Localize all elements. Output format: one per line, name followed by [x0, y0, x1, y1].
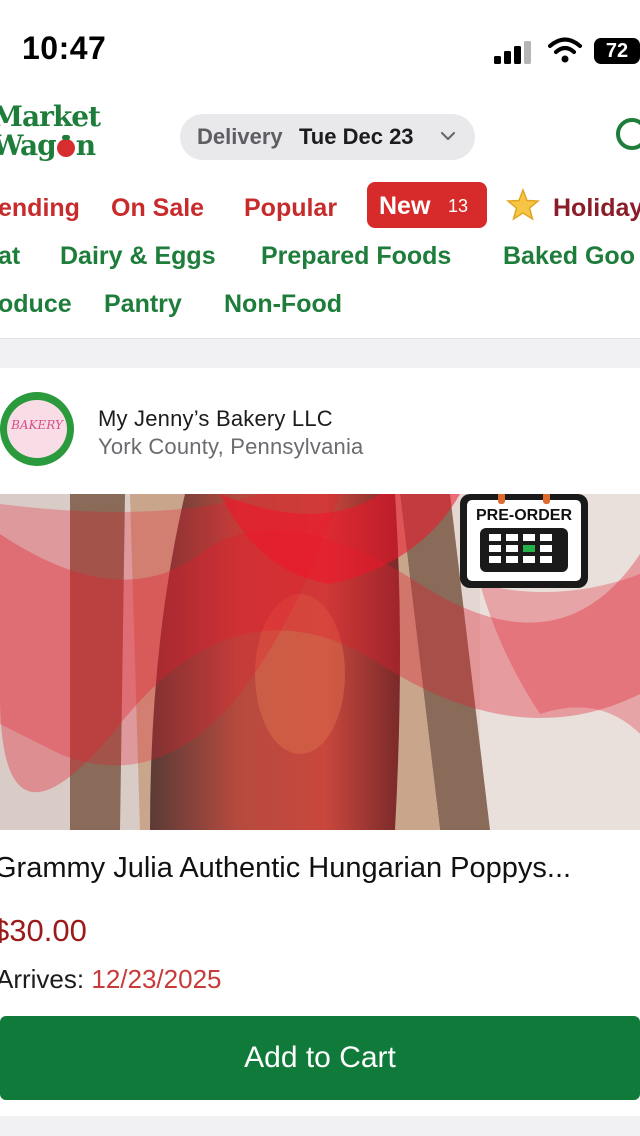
- nav-baked-goods[interactable]: Baked Goo: [503, 242, 635, 271]
- calendar-icon: [480, 494, 568, 572]
- nav-produce[interactable]: oduce: [0, 290, 72, 319]
- product-title[interactable]: Grammy Julia Authentic Hungarian Poppys.…: [0, 852, 571, 885]
- market-wagon-logo[interactable]: Market Wag n: [0, 102, 101, 160]
- arrives-date: 12/23/2025: [91, 964, 222, 994]
- vendor-name[interactable]: My Jenny’s Bakery LLC: [98, 406, 333, 432]
- nav-meat[interactable]: at: [0, 242, 20, 271]
- product-price: $30.00: [0, 913, 87, 948]
- wifi-icon: [548, 37, 582, 63]
- vendor-avatar[interactable]: BAKERY: [0, 392, 74, 466]
- delivery-date-selector[interactable]: Delivery Tue Dec 23: [180, 114, 475, 160]
- nav-new[interactable]: New 13: [367, 182, 487, 228]
- arrives-label: Arrives:: [0, 964, 85, 994]
- nav-trending[interactable]: ending: [0, 194, 80, 223]
- vendor-location: York County, Pennsylvania: [98, 434, 364, 459]
- star-icon: [506, 188, 540, 221]
- nav-prepared-foods[interactable]: Prepared Foods: [261, 242, 451, 271]
- pre-order-badge: PRE-ORDER: [460, 494, 588, 588]
- nav-pantry[interactable]: Pantry: [104, 290, 182, 319]
- nav-non-food[interactable]: Non-Food: [224, 290, 342, 319]
- signal-icon: [494, 40, 534, 64]
- chevron-down-icon: [440, 131, 456, 141]
- list-spacer: [0, 1116, 640, 1136]
- tomato-icon: [56, 135, 75, 157]
- arrival-info: Arrives: 12/23/2025: [0, 964, 222, 995]
- nav-on-sale[interactable]: On Sale: [111, 194, 204, 223]
- product-card[interactable]: BAKERY My Jenny’s Bakery LLC York County…: [0, 368, 640, 1116]
- nav-dairy-eggs[interactable]: Dairy & Eggs: [60, 242, 216, 271]
- status-bar: 10:47 72: [0, 0, 640, 96]
- search-icon[interactable]: [616, 118, 640, 150]
- nav-holiday[interactable]: Holiday: [553, 194, 640, 223]
- new-count-badge: 13: [448, 196, 469, 216]
- delivery-date: Tue Dec 23: [299, 124, 414, 149]
- add-to-cart-button[interactable]: Add to Cart: [0, 1016, 640, 1100]
- product-image[interactable]: PRE-ORDER: [0, 494, 640, 830]
- battery-icon: 72: [594, 38, 640, 64]
- clock: 10:47: [22, 30, 107, 66]
- app-header: Market Wag n Delivery Tue Dec 23 ending O…: [0, 96, 640, 339]
- delivery-label: Delivery: [197, 124, 283, 149]
- nav-popular[interactable]: Popular: [244, 194, 337, 223]
